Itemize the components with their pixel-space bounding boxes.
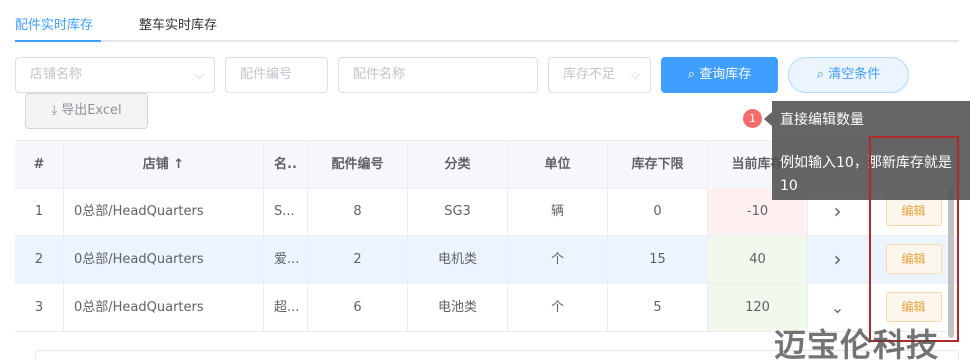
query-stock-button[interactable]: ⌕ 查询库存 bbox=[661, 57, 778, 93]
shop-select-placeholder: 店铺名称 bbox=[30, 67, 83, 82]
row-min-stock: 15 bbox=[608, 236, 708, 283]
row-unit: 辆 bbox=[508, 188, 608, 235]
row-min-stock: 0 bbox=[608, 188, 708, 235]
clear-conditions-label: 清空条件 bbox=[828, 67, 881, 82]
row-shop: 0总部/HeadQuarters bbox=[64, 188, 264, 235]
row-part-number: 8 bbox=[308, 188, 408, 235]
part-number-placeholder: 配件编号 bbox=[240, 67, 293, 82]
export-excel-label: 导出Excel bbox=[61, 103, 122, 118]
row-shop: 0总部/HeadQuarters bbox=[64, 284, 264, 331]
search-icon: ⌕ bbox=[687, 67, 696, 82]
row-index: 3 bbox=[15, 284, 64, 331]
part-name-input[interactable]: 配件名称 bbox=[338, 57, 538, 93]
row-category: SG3 bbox=[408, 188, 508, 235]
download-icon: ⤓ bbox=[51, 103, 58, 118]
part-number-input[interactable]: 配件编号 bbox=[225, 57, 328, 93]
search-icon: ⌕ bbox=[816, 67, 825, 82]
part-name-placeholder: 配件名称 bbox=[353, 67, 406, 82]
tooltip-arrow bbox=[764, 112, 772, 126]
tab-bar: 配件实时库存 整车实时库存 bbox=[15, 0, 959, 42]
header-name: 名.. bbox=[264, 141, 308, 188]
query-stock-label: 查询库存 bbox=[699, 67, 752, 82]
step-badge: 1 bbox=[743, 109, 762, 128]
row-category: 电池类 bbox=[408, 284, 508, 331]
header-category: 分类 bbox=[408, 141, 508, 188]
row-index: 2 bbox=[15, 236, 64, 283]
edit-column-highlight bbox=[869, 136, 959, 342]
header-part-number: 配件编号 bbox=[308, 141, 408, 188]
row-name: 超... bbox=[264, 284, 308, 331]
row-unit: 个 bbox=[508, 284, 608, 331]
row-shop: 0总部/HeadQuarters bbox=[64, 236, 264, 283]
tab-parts-stock[interactable]: 配件实时库存 bbox=[15, 14, 93, 33]
table-row[interactable]: 2 0总部/HeadQuarters 爱... 2 电机类 个 15 40 › … bbox=[15, 236, 959, 284]
row-part-number: 6 bbox=[308, 284, 408, 331]
row-part-number: 2 bbox=[308, 236, 408, 283]
clear-conditions-button[interactable]: ⌕ 清空条件 bbox=[788, 57, 909, 93]
header-index: # bbox=[15, 141, 64, 188]
export-excel-button[interactable]: ⤓ 导出Excel bbox=[25, 93, 148, 129]
row-unit: 个 bbox=[508, 236, 608, 283]
tab-vehicle-stock[interactable]: 整车实时库存 bbox=[139, 14, 217, 33]
row-category: 电机类 bbox=[408, 236, 508, 283]
row-current-stock[interactable]: 40 bbox=[708, 236, 808, 283]
active-tab-indicator bbox=[15, 40, 101, 42]
header-min-stock: 库存下限 bbox=[608, 141, 708, 188]
stock-low-select[interactable]: 库存不足 ⌵ bbox=[548, 57, 651, 93]
tooltip-title: 直接编辑数量 bbox=[780, 112, 864, 128]
expand-chevron-icon[interactable]: › bbox=[808, 236, 868, 283]
header-shop[interactable]: 店铺 ↑ bbox=[64, 141, 264, 188]
stock-low-placeholder: 库存不足 bbox=[563, 67, 616, 82]
row-index: 1 bbox=[15, 188, 64, 235]
watermark-text: 迈宝伦科技 bbox=[774, 326, 940, 360]
row-min-stock: 5 bbox=[608, 284, 708, 331]
row-name: 爱... bbox=[264, 236, 308, 283]
row-name: S... bbox=[264, 188, 308, 235]
header-unit: 单位 bbox=[508, 141, 608, 188]
shop-select[interactable]: 店铺名称 ⌵ bbox=[15, 57, 215, 93]
chevron-down-icon: ⌵ bbox=[194, 68, 204, 82]
chevron-down-icon: ⌵ bbox=[630, 68, 640, 82]
